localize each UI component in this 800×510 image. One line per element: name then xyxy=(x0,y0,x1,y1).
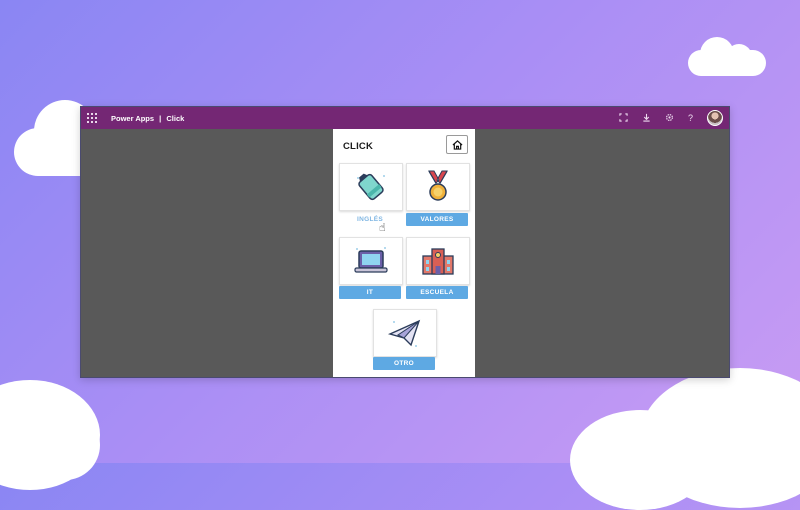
page-title: CLICK xyxy=(343,141,374,152)
school-icon xyxy=(422,248,454,275)
tile-label-escuela[interactable]: ESCUELA xyxy=(406,286,468,299)
app-title: Power Apps | Click xyxy=(111,114,184,123)
app-name: Power Apps xyxy=(111,113,155,123)
top-bar: Power Apps | Click ? xyxy=(81,107,729,129)
tile-ingles[interactable] xyxy=(339,163,403,211)
tile-label-it[interactable]: IT xyxy=(339,286,401,299)
laptop-icon xyxy=(354,247,388,273)
avatar[interactable] xyxy=(707,110,723,126)
tile-label-ingles[interactable]: INGLÉS xyxy=(339,213,401,226)
tile-otro[interactable] xyxy=(373,309,437,357)
app-page-title: Click xyxy=(166,113,185,123)
medal-icon xyxy=(428,170,448,201)
tile-label-otro[interactable]: OTRO xyxy=(373,357,435,370)
app-canvas: CLICK INGLÉS VALORES IT ESCUELA OTRO ☝ xyxy=(333,129,475,377)
paper-plane-icon xyxy=(387,319,421,347)
cloud-decoration xyxy=(726,44,752,70)
title-separator: | xyxy=(159,113,162,123)
tile-valores[interactable] xyxy=(406,163,470,211)
home-button[interactable] xyxy=(446,135,468,154)
download-icon[interactable] xyxy=(642,113,651,124)
tile-label-valores[interactable]: VALORES xyxy=(406,213,468,226)
fit-screen-icon[interactable] xyxy=(619,112,628,124)
marker-icon xyxy=(357,173,385,201)
app-launcher-icon[interactable] xyxy=(87,113,97,123)
cloud-decoration xyxy=(30,410,100,480)
app-window: Power Apps | Click ? CLICK INGLÉS VALORE… xyxy=(80,106,730,378)
tile-it[interactable] xyxy=(339,237,403,285)
tile-escuela[interactable] xyxy=(406,237,470,285)
home-icon xyxy=(452,139,462,150)
cloud-decoration xyxy=(570,410,710,510)
settings-icon[interactable] xyxy=(665,113,674,124)
help-icon[interactable]: ? xyxy=(688,113,693,123)
pointer-cursor-icon: ☝ xyxy=(379,222,386,234)
